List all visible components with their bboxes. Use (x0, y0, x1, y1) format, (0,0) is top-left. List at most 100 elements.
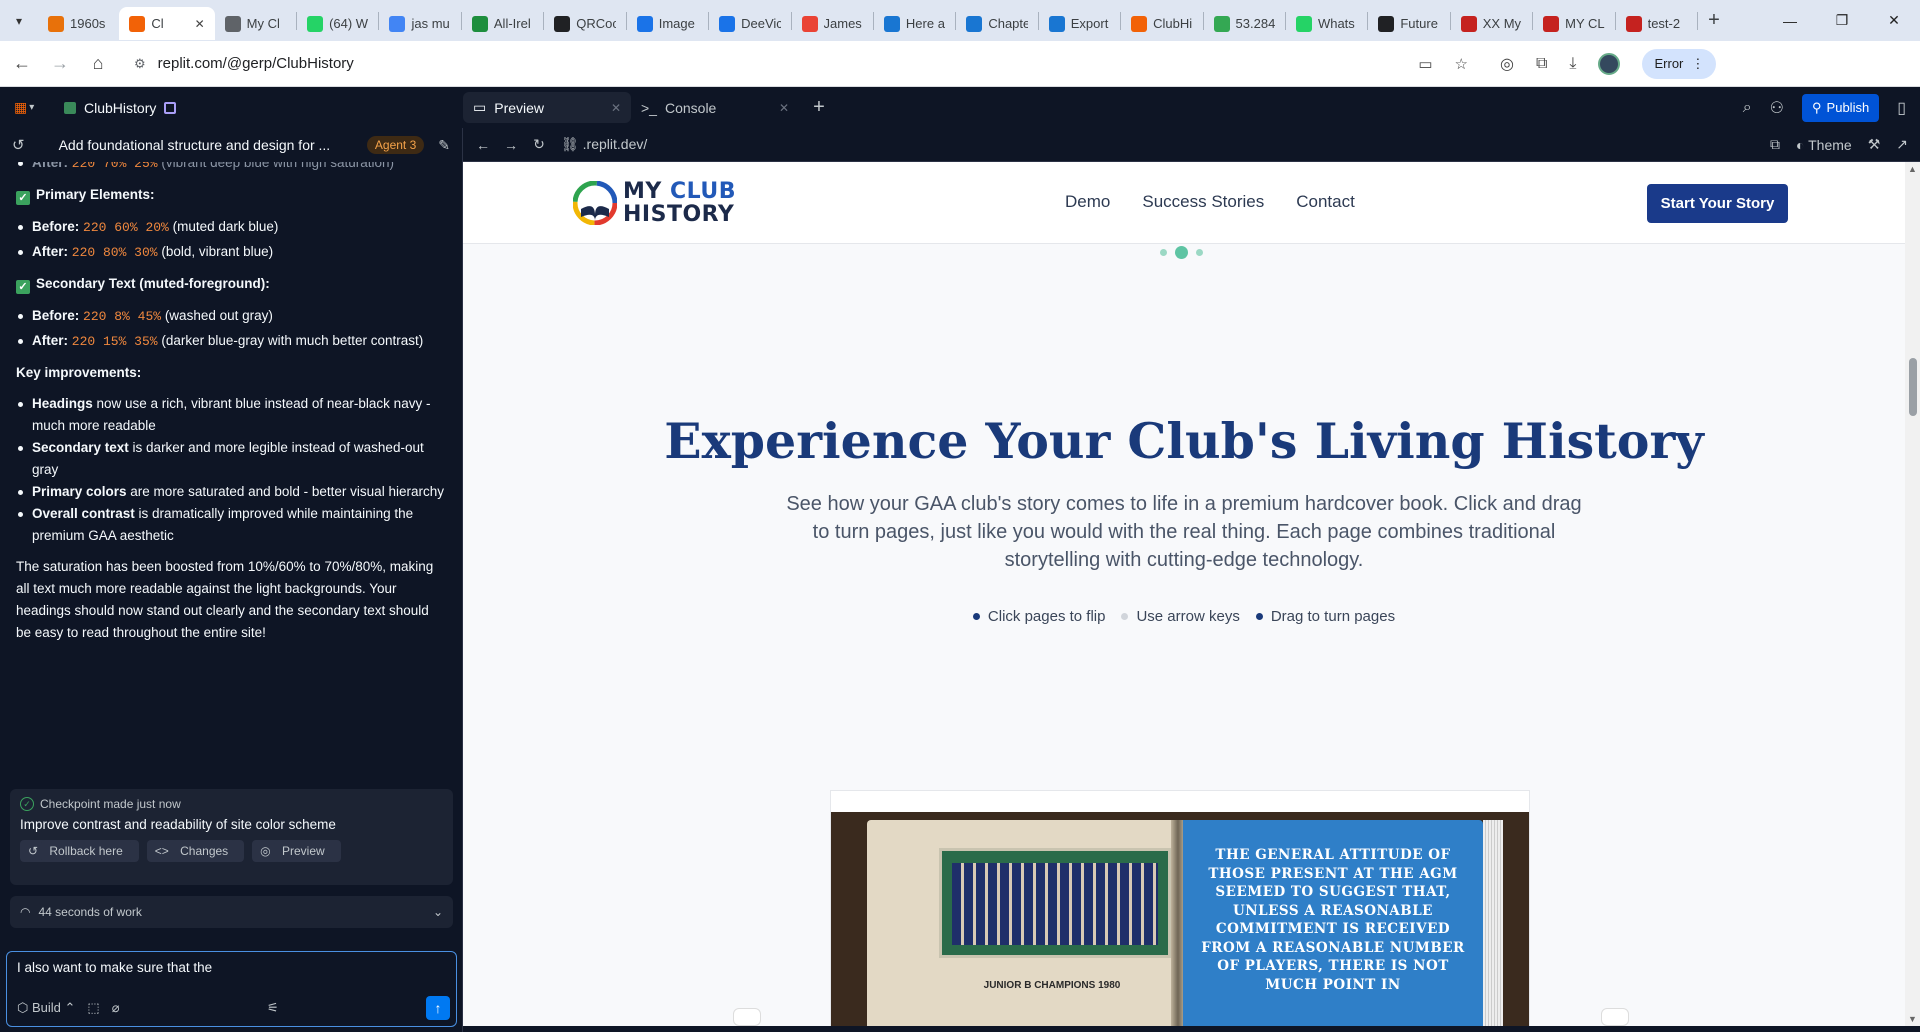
select-element-icon[interactable]: ⬚ (87, 1000, 99, 1016)
install-app-icon[interactable]: ▭ (1418, 55, 1432, 73)
flipbook-next-button[interactable] (1601, 1008, 1629, 1026)
preview-reload-icon[interactable]: ↻ (525, 136, 553, 153)
devtools-icon[interactable]: ⚒ (1868, 136, 1881, 153)
tab-title: Cl (151, 16, 164, 31)
browser-tab[interactable]: 53.284 (1204, 7, 1285, 40)
scroll-up-icon[interactable]: ▲ (1908, 164, 1917, 174)
nav-link-success-stories[interactable]: Success Stories (1142, 192, 1264, 212)
tab-favicon-icon (1295, 15, 1312, 32)
tab-preview[interactable]: ▭ Preview ✕ (463, 92, 631, 123)
devices-icon[interactable]: ⧉ (1770, 136, 1780, 153)
browser-tab[interactable]: DeeVic (709, 7, 790, 40)
terminal-icon: >_ (641, 99, 657, 116)
scroll-down-icon[interactable]: ▼ (1908, 1014, 1917, 1024)
close-tab-icon[interactable]: ✕ (779, 101, 789, 115)
nav-link-contact[interactable]: Contact (1296, 192, 1355, 212)
forward-icon[interactable]: → (44, 48, 76, 80)
browser-tab[interactable]: My Cl (215, 7, 296, 40)
settings-sliders-icon[interactable]: ⚟ (267, 1000, 279, 1016)
flipbook-left-page[interactable]: JUNIOR B CHAMPIONS 1980 (867, 820, 1177, 1026)
tab-title: Future (1400, 16, 1438, 31)
browser-tab[interactable]: jas mu (379, 7, 460, 40)
project-switcher[interactable]: ClubHistory (64, 100, 177, 116)
browser-tab[interactable]: Chapte (956, 7, 1037, 40)
url-input[interactable]: ⚙ replit.com/@gerp/ClubHistory ▭ ☆ (122, 46, 1482, 81)
site-info-icon[interactable]: ⚙ (134, 56, 146, 72)
downloads-icon[interactable]: ⤓ (1569, 55, 1576, 73)
close-window-icon[interactable]: ✕ (1868, 0, 1920, 41)
extension-icon[interactable]: ◎ (1500, 54, 1514, 74)
flipbook-prev-button[interactable] (733, 1008, 761, 1026)
browser-tab[interactable]: ClubHi (1121, 7, 1202, 40)
chat-input[interactable]: I also want to make sure that the ⬡ Buil… (6, 951, 457, 1027)
theme-button[interactable]: ◐ Theme (1796, 137, 1852, 153)
website-preview: MY CLUB HISTORY Demo Success Stories Con… (463, 162, 1905, 1026)
preview-back-icon[interactable]: ← (469, 137, 497, 153)
checkpoint-actions: ↺ Rollback here <> Changes ◎ Preview (20, 840, 443, 862)
new-chat-icon[interactable]: ✎ (438, 137, 450, 154)
flipbook-right-page[interactable]: THE GENERAL ATTITUDE OF THOSE PRESENT AT… (1183, 820, 1483, 1026)
browser-tab[interactable]: All-Irel (462, 7, 543, 40)
site-logo[interactable]: MY CLUB HISTORY (573, 162, 773, 243)
browser-tab[interactable]: Image (627, 7, 708, 40)
send-button[interactable]: ↑ (426, 996, 450, 1020)
browser-tab[interactable]: Cl ✕ (119, 7, 215, 40)
history-icon[interactable]: ↺ (12, 136, 25, 154)
open-new-window-icon[interactable]: ↗ (1896, 136, 1908, 153)
search-icon[interactable]: ⌕ (1743, 99, 1752, 117)
browser-tab[interactable]: James (792, 7, 873, 40)
add-tab-button[interactable]: + (799, 96, 839, 119)
browser-tab[interactable]: XX My (1451, 7, 1532, 40)
tab-title: All-Irel (493, 16, 531, 31)
browser-tab[interactable]: 1960s (38, 7, 119, 40)
new-tab-button[interactable]: + (1698, 5, 1730, 37)
browser-tab[interactable]: QRCoc (544, 7, 625, 40)
preview-url-input[interactable]: ⛓ .replit.dev/ (561, 136, 647, 153)
close-tab-icon[interactable]: ✕ (195, 17, 205, 31)
theme-label: Theme (1808, 136, 1852, 153)
work-summary-toggle[interactable]: ◠ 44 seconds of work ⌄ (10, 896, 453, 928)
preview-scrollbar[interactable]: ▲ ▼ (1905, 162, 1920, 1026)
start-your-story-button[interactable]: Start Your Story (1647, 184, 1788, 223)
book-logo-icon (573, 180, 617, 225)
browser-tab[interactable]: MY CL (1533, 7, 1614, 40)
invite-user-icon[interactable]: ⚇ (1770, 98, 1784, 118)
extensions-puzzle-icon[interactable]: ⧉ (1536, 55, 1547, 73)
changes-button[interactable]: <> Changes (146, 840, 245, 862)
rollback-button[interactable]: ↺ Rollback here (20, 840, 139, 862)
tab-console-label: Console (664, 99, 717, 116)
attach-icon[interactable]: ⌀ (112, 1000, 120, 1016)
browser-tab[interactable]: Whats (1286, 7, 1367, 40)
publish-button[interactable]: ⚲ Publish (1802, 93, 1880, 122)
error-button[interactable]: Error ⋮ (1642, 48, 1717, 79)
back-icon[interactable]: ← (6, 48, 38, 80)
close-tab-icon[interactable]: ✕ (611, 101, 621, 115)
replit-logo-icon[interactable]: ▦ ▾ (14, 99, 44, 116)
build-mode-button[interactable]: ⬡ Build ⌃ (17, 1000, 75, 1016)
browser-tab[interactable]: Here a (874, 7, 955, 40)
flipbook[interactable]: JUNIOR B CHAMPIONS 1980 THE GENERAL ATTI… (831, 812, 1529, 1026)
tab-search-dropdown-icon[interactable]: ▾ (0, 0, 38, 41)
scrollbar-thumb[interactable] (1909, 358, 1917, 416)
home-icon[interactable]: ⌂ (82, 48, 114, 80)
tab-title: Whats (1317, 16, 1355, 31)
toggle-panel-icon[interactable]: ▯ (1897, 98, 1906, 118)
browser-tab[interactable]: test-2 (1616, 7, 1697, 40)
team-photo (939, 848, 1171, 958)
preview-button[interactable]: ◎ Preview (252, 840, 341, 862)
bookmark-star-icon[interactable]: ☆ (1455, 55, 1468, 73)
maximize-icon[interactable]: ❐ (1816, 0, 1868, 41)
agent-badge[interactable]: Agent 3 (366, 136, 425, 154)
nav-link-demo[interactable]: Demo (1065, 192, 1110, 212)
preview-forward-icon[interactable]: → (497, 137, 525, 153)
browser-tab[interactable]: Future (1368, 7, 1449, 40)
item-code: 220 70% 25% (71, 162, 158, 171)
item-label: After: (32, 244, 68, 259)
browser-tab[interactable]: (64) W (297, 7, 378, 40)
minimize-icon[interactable]: — (1764, 0, 1816, 41)
tab-console[interactable]: >_ Console ✕ (631, 92, 799, 123)
browser-tab[interactable]: Export (1039, 7, 1120, 40)
tab-title: (64) W (329, 16, 369, 31)
item-code: 220 60% 20% (83, 220, 169, 235)
profile-avatar[interactable] (1598, 52, 1621, 75)
